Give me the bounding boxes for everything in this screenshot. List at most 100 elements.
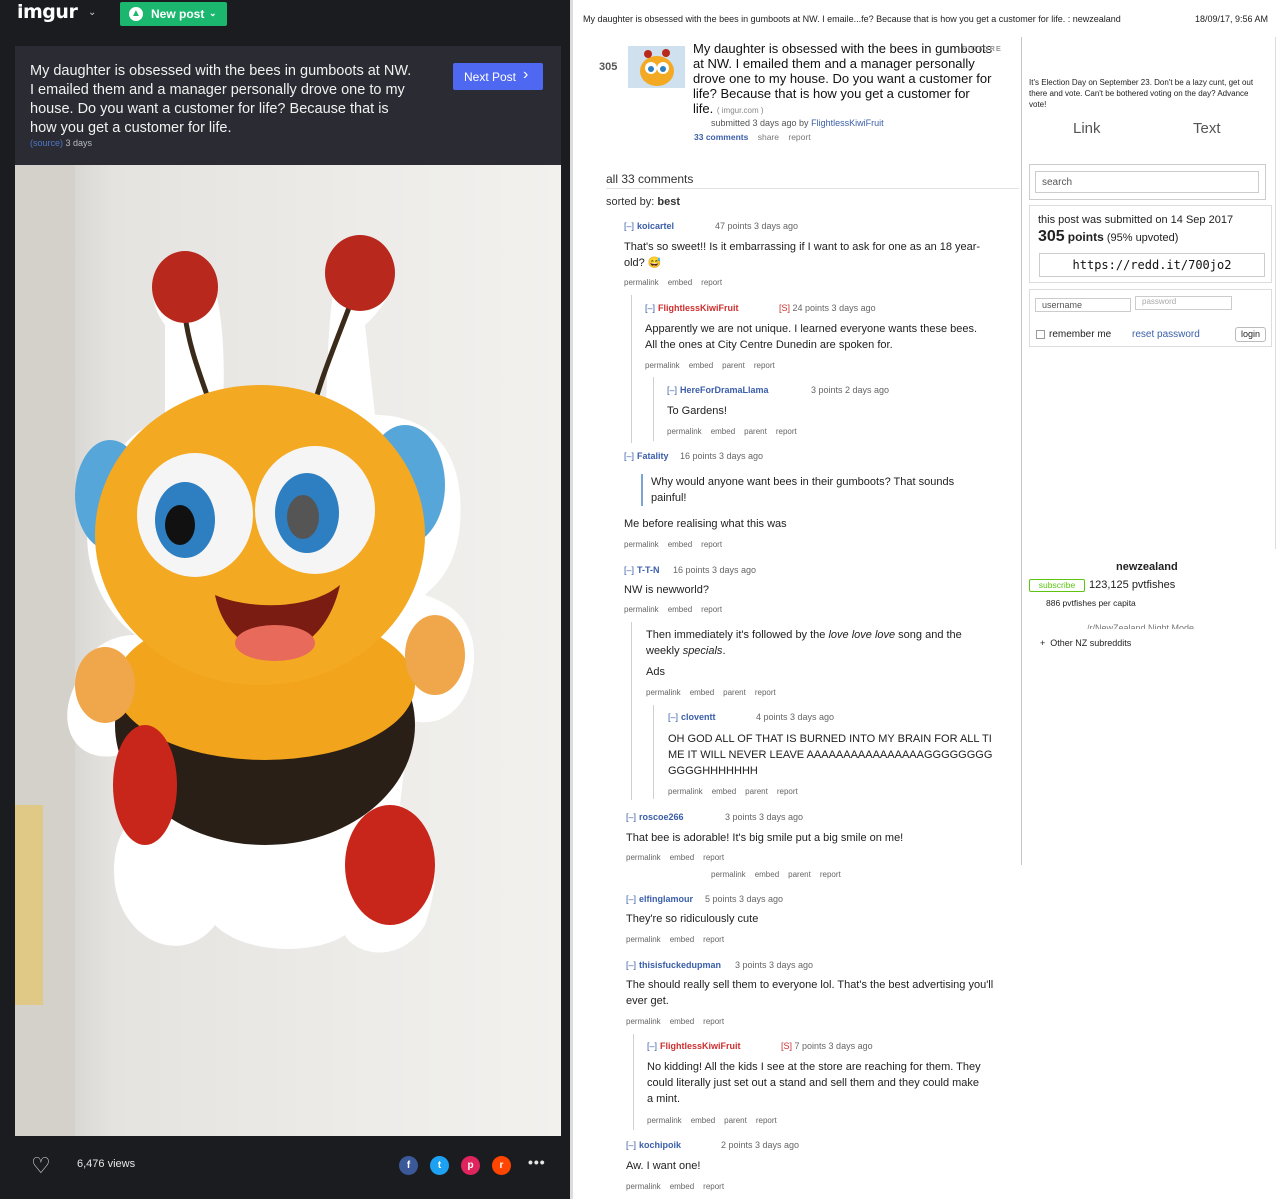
- share-link[interactable]: share: [758, 132, 779, 142]
- report-link[interactable]: report: [777, 787, 798, 796]
- heart-icon[interactable]: ♡: [31, 1153, 51, 1179]
- report-link[interactable]: report: [756, 1116, 777, 1125]
- subscribe-button[interactable]: subscribe: [1029, 579, 1085, 592]
- password-input[interactable]: password: [1135, 296, 1232, 310]
- report-link[interactable]: report: [776, 427, 797, 436]
- post-domain[interactable]: ( imgur.com ): [717, 106, 764, 115]
- collapse-toggle-icon[interactable]: [–]: [626, 960, 636, 970]
- embed-link[interactable]: embed: [689, 361, 713, 370]
- embed-link[interactable]: embed: [668, 605, 692, 614]
- pinterest-icon[interactable]: p: [461, 1156, 480, 1175]
- imgur-logo[interactable]: imgur: [17, 1, 78, 23]
- parent-link[interactable]: parent: [745, 787, 768, 796]
- report-link[interactable]: report: [703, 935, 724, 944]
- twitter-icon[interactable]: t: [430, 1156, 449, 1175]
- other-nz-label[interactable]: Other NZ subreddits: [1050, 638, 1131, 648]
- reddit-icon[interactable]: r: [492, 1156, 511, 1175]
- comment-author[interactable]: FlightlessKiwiFruit: [660, 1041, 741, 1051]
- subreddit-name[interactable]: newzealand: [1116, 561, 1178, 573]
- parent-link[interactable]: parent: [723, 688, 746, 697]
- permalink-link[interactable]: permalink: [668, 787, 703, 796]
- report-link[interactable]: report: [701, 540, 722, 549]
- collapse-toggle-icon[interactable]: [–]: [626, 812, 636, 822]
- comment-author[interactable]: cloventt: [681, 712, 716, 722]
- comment-author[interactable]: roscoe266: [639, 812, 684, 822]
- comment-author[interactable]: kochipoik: [639, 1140, 681, 1150]
- collapse-toggle-icon[interactable]: [–]: [647, 1041, 657, 1051]
- report-link[interactable]: report: [701, 605, 722, 614]
- embed-link[interactable]: embed: [670, 935, 694, 944]
- parent-link[interactable]: parent: [724, 1116, 747, 1125]
- sort-value[interactable]: best: [657, 196, 680, 208]
- shortlink-field[interactable]: https://redd.it/700jo2: [1039, 253, 1265, 277]
- remember-me-checkbox[interactable]: [1036, 330, 1045, 339]
- permalink-link[interactable]: permalink: [626, 853, 661, 862]
- comment-author[interactable]: koicartel: [637, 221, 674, 231]
- permalink-link[interactable]: permalink: [624, 278, 659, 287]
- comment-author[interactable]: elfinglamour: [639, 894, 693, 904]
- permalink-link[interactable]: permalink: [645, 361, 680, 370]
- login-button[interactable]: login: [1235, 327, 1266, 342]
- collapse-toggle-icon[interactable]: [–]: [667, 385, 677, 395]
- parent-link[interactable]: parent: [744, 427, 767, 436]
- username-input[interactable]: username: [1035, 298, 1131, 312]
- embed-link[interactable]: embed: [668, 540, 692, 549]
- permalink-link[interactable]: permalink: [647, 1116, 682, 1125]
- embed-link[interactable]: embed: [755, 870, 779, 879]
- collapse-toggle-icon[interactable]: [–]: [624, 565, 634, 575]
- comment-author[interactable]: FlightlessKiwiFruit: [658, 303, 739, 313]
- permalink-link[interactable]: permalink: [667, 427, 702, 436]
- embed-link[interactable]: embed: [670, 1182, 694, 1191]
- embed-link[interactable]: embed: [712, 787, 736, 796]
- report-link[interactable]: report: [754, 361, 775, 370]
- embed-link[interactable]: embed: [670, 1017, 694, 1026]
- collapse-toggle-icon[interactable]: [–]: [624, 221, 634, 231]
- comment-author[interactable]: T-T-N: [637, 565, 660, 575]
- embed-link[interactable]: embed: [690, 688, 714, 697]
- other-nz-subreddits[interactable]: + Other NZ subreddits: [1040, 638, 1131, 648]
- night-mode-link[interactable]: /r/NewZealand Night Mode: [1087, 621, 1217, 629]
- logo-menu-caret-icon[interactable]: ⌄: [88, 7, 96, 18]
- permalink-link[interactable]: permalink: [646, 688, 681, 697]
- parent-link[interactable]: parent: [722, 361, 745, 370]
- collapse-toggle-icon[interactable]: [–]: [645, 303, 655, 313]
- sort-selector[interactable]: sorted by: best: [606, 196, 680, 208]
- parent-link[interactable]: parent: [788, 870, 811, 879]
- embed-link[interactable]: embed: [670, 853, 694, 862]
- collapse-toggle-icon[interactable]: [–]: [624, 451, 634, 461]
- new-post-button[interactable]: ▲ New post ⌄: [120, 2, 227, 26]
- embed-link[interactable]: embed: [668, 278, 692, 287]
- embed-link[interactable]: embed: [691, 1116, 715, 1125]
- new-post-caret-icon[interactable]: ⌄: [209, 8, 217, 19]
- tab-text[interactable]: Text: [1193, 120, 1221, 137]
- collapse-toggle-icon[interactable]: [–]: [626, 894, 636, 904]
- permalink-link[interactable]: permalink: [626, 1182, 661, 1191]
- collapse-toggle-icon[interactable]: [–]: [626, 1140, 636, 1150]
- permalink-link[interactable]: permalink: [626, 1017, 661, 1026]
- permalink-link[interactable]: permalink: [624, 605, 659, 614]
- comment-author[interactable]: thisisfuckedupman: [639, 960, 721, 970]
- source-link[interactable]: (source): [30, 138, 63, 148]
- permalink-link[interactable]: permalink: [711, 870, 746, 879]
- embed-link[interactable]: embed: [711, 427, 735, 436]
- tab-link[interactable]: Link: [1073, 120, 1101, 137]
- reset-password-link[interactable]: reset password: [1132, 329, 1200, 340]
- report-link[interactable]: report: [820, 870, 841, 879]
- report-link[interactable]: report: [755, 688, 776, 697]
- report-link[interactable]: report: [788, 132, 810, 142]
- search-input[interactable]: search: [1035, 171, 1259, 193]
- report-link[interactable]: report: [701, 278, 722, 287]
- post-thumbnail[interactable]: [628, 46, 685, 88]
- post-title-link[interactable]: My daughter is obsessed with the bees in…: [693, 41, 993, 118]
- post-author-link[interactable]: FlightlessKiwiFruit: [811, 118, 884, 128]
- report-link[interactable]: report: [703, 853, 724, 862]
- more-options-icon[interactable]: •••: [528, 1154, 546, 1170]
- comments-link[interactable]: 33 comments: [694, 132, 748, 142]
- collapse-toggle-icon[interactable]: [–]: [668, 712, 678, 722]
- report-link[interactable]: report: [703, 1182, 724, 1191]
- comment-author[interactable]: Fatality: [637, 451, 669, 461]
- facebook-icon[interactable]: f: [399, 1156, 418, 1175]
- permalink-link[interactable]: permalink: [624, 540, 659, 549]
- next-post-button[interactable]: Next Post ›: [453, 63, 543, 90]
- report-link[interactable]: report: [703, 1017, 724, 1026]
